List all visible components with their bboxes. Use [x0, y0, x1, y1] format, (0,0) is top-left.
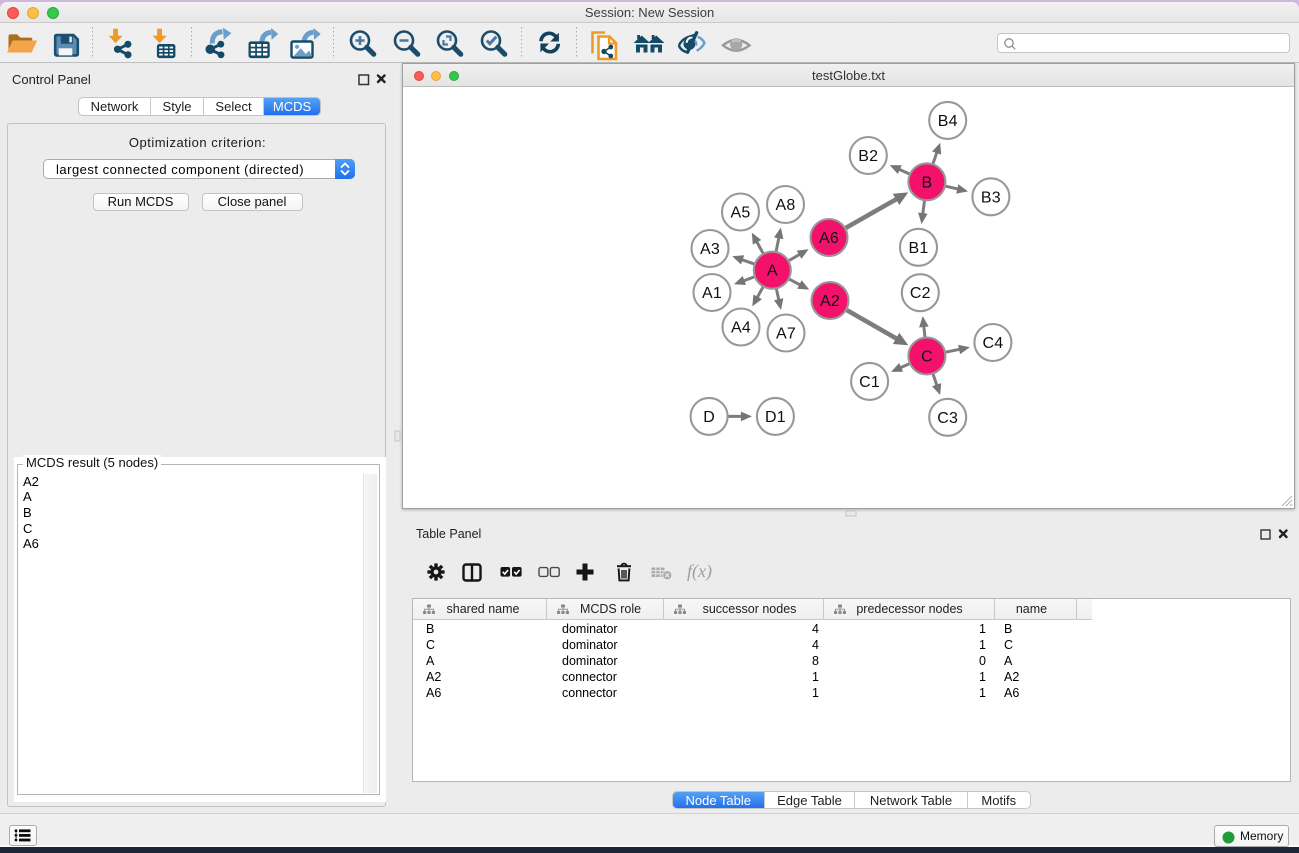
svg-text:B3: B3 — [981, 189, 1001, 206]
svg-text:A5: A5 — [731, 205, 751, 222]
svg-text:A6: A6 — [819, 230, 839, 247]
svg-text:A2: A2 — [820, 293, 840, 310]
svg-text:A7: A7 — [776, 326, 796, 343]
svg-text:B: B — [921, 174, 932, 191]
svg-text:C3: C3 — [937, 410, 958, 427]
svg-text:C4: C4 — [982, 335, 1003, 352]
svg-text:A1: A1 — [702, 285, 722, 302]
svg-text:A: A — [767, 263, 778, 280]
svg-text:B4: B4 — [938, 113, 958, 130]
svg-text:C1: C1 — [859, 374, 880, 391]
svg-text:B2: B2 — [858, 148, 878, 165]
svg-text:B1: B1 — [909, 240, 929, 257]
svg-text:C: C — [921, 349, 933, 366]
svg-text:D: D — [703, 409, 715, 426]
svg-text:C2: C2 — [910, 285, 931, 302]
svg-text:D1: D1 — [765, 409, 786, 426]
svg-text:A8: A8 — [776, 197, 796, 214]
svg-text:A4: A4 — [731, 320, 751, 337]
svg-text:A3: A3 — [700, 241, 720, 258]
